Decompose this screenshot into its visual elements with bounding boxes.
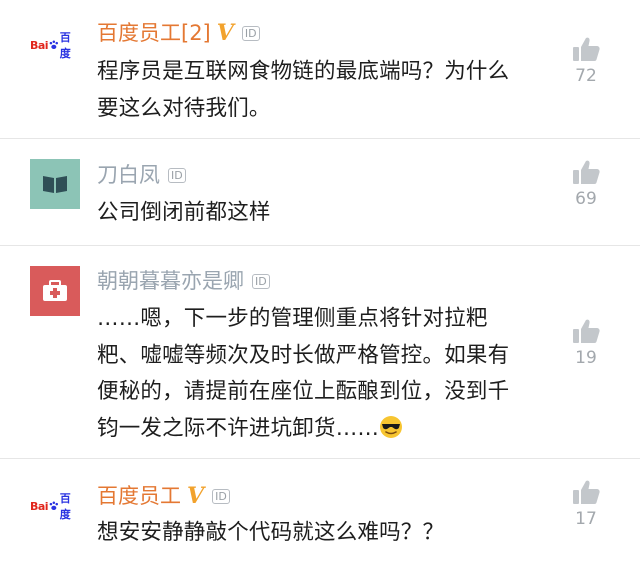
username[interactable]: 朝朝暮暮亦是卿: [97, 267, 244, 295]
sunglasses-emoji-icon: [380, 415, 403, 438]
comment-item: 朝朝暮暮亦是卿 ID ……嗯，下一步的管理侧重点将针对拉粑 粑、嘘嘘等频次及时长…: [0, 246, 640, 458]
comment-text: 程序员是互联网食物链的最底端吗？为什么 要这么对待我们。: [97, 59, 510, 121]
comment-text: ……嗯，下一步的管理侧重点将针对拉粑 粑、嘘嘘等频次及时长做严格管控。如果有 便…: [97, 306, 510, 441]
vip-badge: V: [187, 483, 205, 509]
id-badge: ID: [168, 167, 186, 183]
baidu-logo-icon: Bai 百度: [30, 492, 71, 521]
id-badge: ID: [241, 25, 260, 41]
book-icon: [43, 176, 67, 193]
comment-header: 百度员工 V ID: [97, 482, 230, 510]
like-button[interactable]: 19: [570, 318, 602, 368]
medical-kit-icon: [43, 280, 67, 301]
avatar[interactable]: [30, 159, 80, 209]
id-badge: ID: [252, 273, 270, 289]
username[interactable]: 百度员工[2]: [97, 19, 211, 47]
avatar[interactable]: Bai 百度: [30, 481, 80, 531]
vip-badge: V: [216, 20, 234, 46]
thumbs-up-icon: [573, 319, 600, 343]
avatar[interactable]: Bai 百度: [30, 20, 80, 70]
comment-text: 想安安静静敲个代码就这么难吗？？: [97, 520, 445, 545]
like-count: 72: [575, 66, 597, 86]
thumbs-up-icon: [573, 37, 600, 61]
comment-item: Bai 百度 百度员工 V ID 想安安静静敲个代码就这么难吗？？ 17: [0, 459, 640, 562]
like-count: 19: [575, 348, 597, 368]
comment-header: 刀白凤 ID: [97, 161, 186, 189]
thumbs-up-icon: [573, 160, 600, 184]
comment-header: 百度员工[2] V ID: [97, 19, 260, 47]
paw-icon: [49, 40, 59, 50]
username[interactable]: 刀白凤: [97, 161, 160, 189]
comment-list: Bai 百度 百度员工[2] V ID 程序员是互联网食物链的最底端吗？为什么 …: [0, 0, 640, 562]
comment-item: Bai 百度 百度员工[2] V ID 程序员是互联网食物链的最底端吗？为什么 …: [0, 0, 640, 138]
like-button[interactable]: 17: [570, 479, 602, 529]
paw-icon: [49, 501, 59, 511]
like-count: 69: [575, 189, 597, 209]
username[interactable]: 百度员工: [97, 482, 181, 510]
thumbs-up-icon: [573, 480, 600, 504]
like-count: 17: [575, 509, 597, 529]
comment-text: 公司倒闭前都这样: [97, 200, 271, 225]
avatar[interactable]: [30, 266, 80, 316]
like-button[interactable]: 72: [570, 36, 602, 86]
like-button[interactable]: 69: [570, 159, 602, 209]
comment-header: 朝朝暮暮亦是卿 ID: [97, 267, 270, 295]
id-badge: ID: [212, 488, 230, 504]
baidu-logo-icon: Bai 百度: [30, 31, 71, 60]
comment-item: 刀白凤 ID 公司倒闭前都这样 69: [0, 139, 640, 245]
